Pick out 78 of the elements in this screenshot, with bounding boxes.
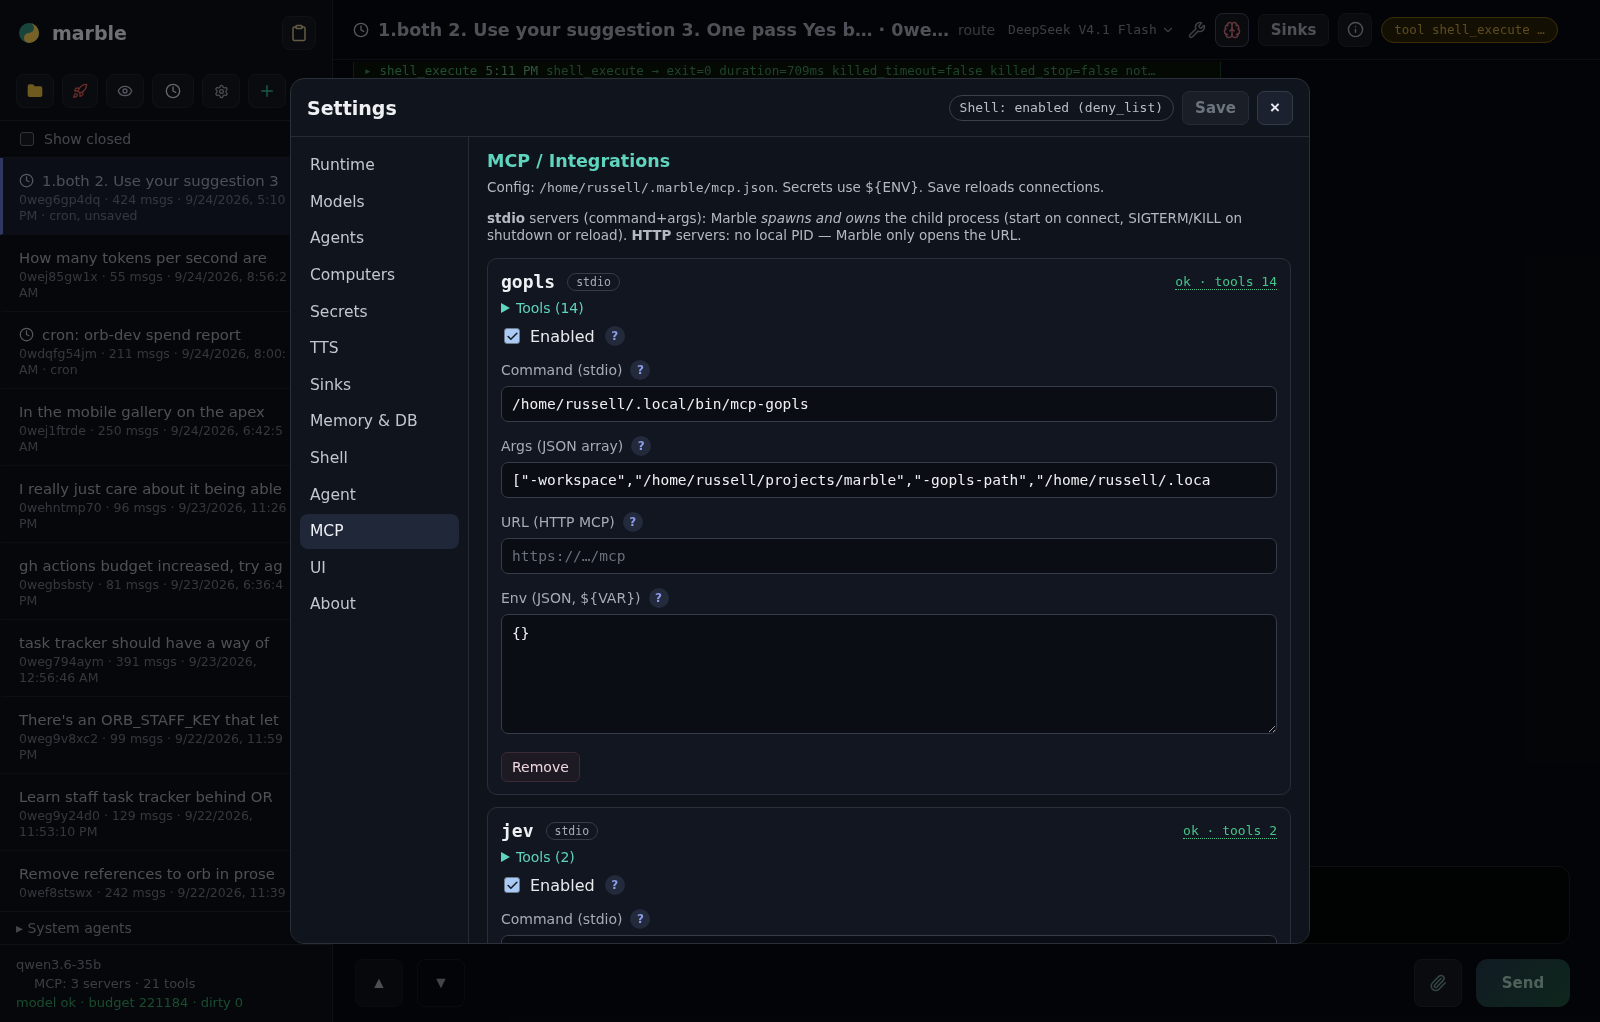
folder-button[interactable] <box>16 74 54 108</box>
dialog-title: Settings <box>307 96 398 119</box>
help-badge[interactable]: ? <box>630 909 651 929</box>
paperclip-icon <box>1429 974 1447 992</box>
field-label: Args (JSON array) <box>501 438 624 454</box>
eye-button[interactable] <box>106 74 144 108</box>
field-label: Command (stdio) <box>501 911 623 927</box>
enabled-label: Enabled <box>530 326 595 346</box>
clock-icon <box>353 21 369 38</box>
remove-button[interactable]: Remove <box>501 752 580 782</box>
brain-icon <box>1222 20 1241 39</box>
clipboard-button[interactable] <box>282 16 316 50</box>
section-heading: MCP / Integrations <box>487 151 672 171</box>
server-status[interactable]: ok · tools 2 <box>1183 822 1277 839</box>
session-title: cron: orb-dev spend report <box>42 325 241 343</box>
field-label: Env (JSON, ${VAR}) <box>501 590 641 606</box>
help-badge[interactable]: ? <box>648 588 669 608</box>
input-field[interactable]: ["-workspace","/home/russell/projects/marble","-gopls-path","/home/russell/.loca <box>501 462 1277 498</box>
enabled-checkbox[interactable] <box>504 328 520 344</box>
help-badge[interactable]: ? <box>604 326 625 346</box>
wrench-icon <box>1187 20 1206 39</box>
input-field[interactable]: https://…/mcp <box>501 538 1277 574</box>
eye-icon <box>117 83 133 99</box>
route-label: route <box>958 21 996 38</box>
status-line: model ok · budget 221184 · dirty 0 <box>16 995 245 1010</box>
session-title: task tracker should have a way of <box>19 633 270 651</box>
clock-icon <box>165 83 181 99</box>
session-title: In the mobile gallery on the apex <box>19 402 265 420</box>
rocket-button[interactable] <box>62 74 98 108</box>
enabled-checkbox[interactable] <box>504 877 520 893</box>
rocket-icon <box>72 83 88 99</box>
show-closed-checkbox[interactable] <box>20 132 34 146</box>
session-title: gh actions budget increased, try ag <box>19 556 283 574</box>
settings-button[interactable] <box>202 74 240 108</box>
config-note: Config: /home/russell/.marble/mcp.json. Secrets use ${ENV}. Save reloads connections. <box>487 179 1106 196</box>
enabled-label: Enabled <box>530 875 595 895</box>
tools-toggle[interactable]: Tools (2) <box>501 849 575 865</box>
session-title: Remove references to orb in prose <box>19 864 275 882</box>
input-field[interactable]: /home/russell/.local/bin/mcp-gopls <box>501 386 1277 422</box>
server-name: jev <box>501 820 534 841</box>
info-icon <box>1346 21 1364 38</box>
help-badge[interactable]: ? <box>630 360 651 380</box>
save-button[interactable]: Save <box>1182 90 1249 125</box>
session-title: Learn staff task tracker behind OR <box>19 787 273 805</box>
tools-toggle[interactable]: Tools (14) <box>501 300 584 316</box>
session-title: How many tokens per second are <box>19 248 267 266</box>
settings-icon <box>213 83 229 99</box>
server-name: gopls <box>501 271 556 292</box>
plus-button[interactable] <box>248 74 286 108</box>
attach-button[interactable] <box>1414 959 1462 1007</box>
chat-title: 1.both 2. Use your suggestion 3. One pass Yes b… · 0we… <box>378 19 950 40</box>
close-button[interactable]: × <box>1257 90 1293 125</box>
app-name: marble <box>52 22 128 44</box>
field-label: Command (stdio) <box>501 362 623 378</box>
triangle-icon <box>501 303 510 313</box>
show-closed-label: Show closed <box>44 131 132 147</box>
tool-badge: tool shell_execute … <box>1381 16 1558 43</box>
clipboard-icon <box>290 24 308 42</box>
clock-button[interactable] <box>152 74 194 108</box>
session-title: There's an ORB_STAFF_KEY that let <box>19 710 279 728</box>
env-field[interactable]: {} <box>501 614 1277 734</box>
brain-button[interactable] <box>1214 12 1249 47</box>
field-label: URL (HTTP MCP) <box>501 514 615 530</box>
plus-icon <box>258 82 276 100</box>
mcp-summary: MCP: 3 servers · 21 tools <box>33 976 197 991</box>
server-status[interactable]: ok · tools 14 <box>1175 273 1277 290</box>
info-button[interactable] <box>1338 12 1373 47</box>
settings-nav-item[interactable]: MCP <box>300 513 459 549</box>
help-badge[interactable]: ? <box>622 512 643 532</box>
triangle-icon <box>501 852 510 862</box>
help-badge[interactable]: ? <box>604 875 625 895</box>
help-badge[interactable]: ? <box>631 436 652 456</box>
folder-icon <box>27 83 43 99</box>
session-title: 1.both 2. Use your suggestion 3 <box>42 171 279 189</box>
model-name: qwen3.6-35b <box>16 957 103 972</box>
marble-logo-icon <box>18 22 40 44</box>
server-description: stdio servers (command+args): Marble spawns and owns the child process (start on connect, SIGTERM/KILL on shutdown or reload). HTTP servers: no local PID — Marble only opens the URL. <box>487 210 1244 244</box>
session-title: I really just care about it being able <box>19 479 282 497</box>
